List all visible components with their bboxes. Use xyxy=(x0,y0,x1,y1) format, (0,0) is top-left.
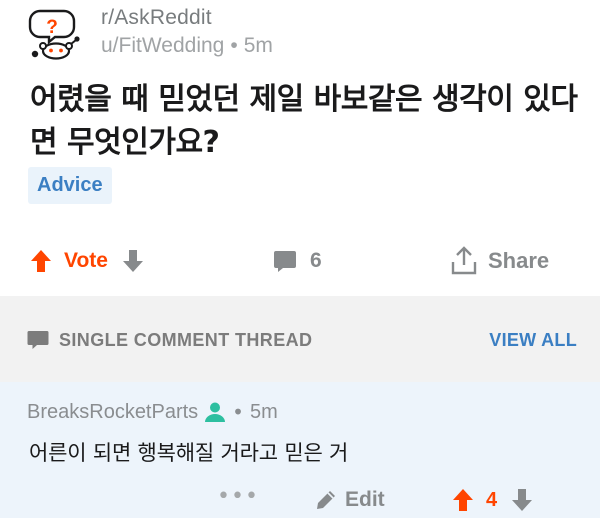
comment-vote-group: 4 xyxy=(452,482,533,518)
comment-action-bar: ••• Edit 4 xyxy=(0,482,600,518)
share-button[interactable]: Share xyxy=(450,236,549,286)
thread-label: SINGLE COMMENT THREAD xyxy=(59,329,313,350)
comments-button[interactable]: 6 xyxy=(273,236,322,286)
comment-author[interactable]: BreaksRocketParts xyxy=(27,401,198,424)
post-flair[interactable]: Advice xyxy=(28,167,112,204)
post-meta: r/AskReddit u/FitWedding • 5m xyxy=(101,5,273,60)
arrow-up-icon[interactable] xyxy=(452,488,474,512)
comment-count: 6 xyxy=(310,249,322,272)
thread-label-group: SINGLE COMMENT THREAD xyxy=(27,316,312,364)
comment-body: 어른이 되면 행복해질 거라고 믿은 거 xyxy=(29,441,349,465)
post-action-bar: Vote 6 Share xyxy=(0,236,600,286)
vote-label: Vote xyxy=(64,249,108,272)
comment-thread-bar: SINGLE COMMENT THREAD VIEW ALL xyxy=(0,316,600,364)
author-line: u/FitWedding • 5m xyxy=(101,32,273,60)
share-icon xyxy=(450,246,478,276)
comment-bubble-icon xyxy=(273,249,297,273)
edit-label: Edit xyxy=(345,488,385,511)
arrow-down-icon[interactable] xyxy=(511,488,533,512)
comment-thread-icon xyxy=(27,329,49,351)
user-icon xyxy=(204,401,226,423)
askreddit-snoo-icon[interactable]: ? xyxy=(26,8,82,60)
more-options-icon[interactable]: ••• xyxy=(217,482,259,518)
share-label: Share xyxy=(488,248,550,273)
svg-text:?: ? xyxy=(46,17,58,38)
separator-dot: • xyxy=(230,34,238,57)
post-age: 5m xyxy=(243,34,273,57)
post-header: ? r/AskReddit u/FitWedding • 5m xyxy=(0,0,600,70)
arrow-up-icon[interactable] xyxy=(30,249,52,273)
post-title[interactable]: 어렸을 때 믿었던 제일 바보같은 생각이 있다면 무엇인가요? xyxy=(30,78,580,164)
edit-button[interactable]: Edit xyxy=(315,482,385,518)
arrow-down-icon[interactable] xyxy=(122,249,144,273)
post-author[interactable]: u/FitWedding xyxy=(101,34,224,57)
comment-score: 4 xyxy=(486,488,498,511)
comment-author-line: BreaksRocketParts • 5m xyxy=(27,398,278,426)
pencil-icon xyxy=(315,489,337,511)
subreddit-link[interactable]: r/AskReddit xyxy=(101,5,273,31)
view-all-link[interactable]: VIEW ALL xyxy=(489,316,577,364)
separator-dot: • xyxy=(232,400,244,424)
comment-age: 5m xyxy=(249,400,278,423)
post-vote-group: Vote xyxy=(30,236,144,286)
comment: BreaksRocketParts • 5m 어른이 되면 행복해질 거라고 믿… xyxy=(0,382,600,518)
